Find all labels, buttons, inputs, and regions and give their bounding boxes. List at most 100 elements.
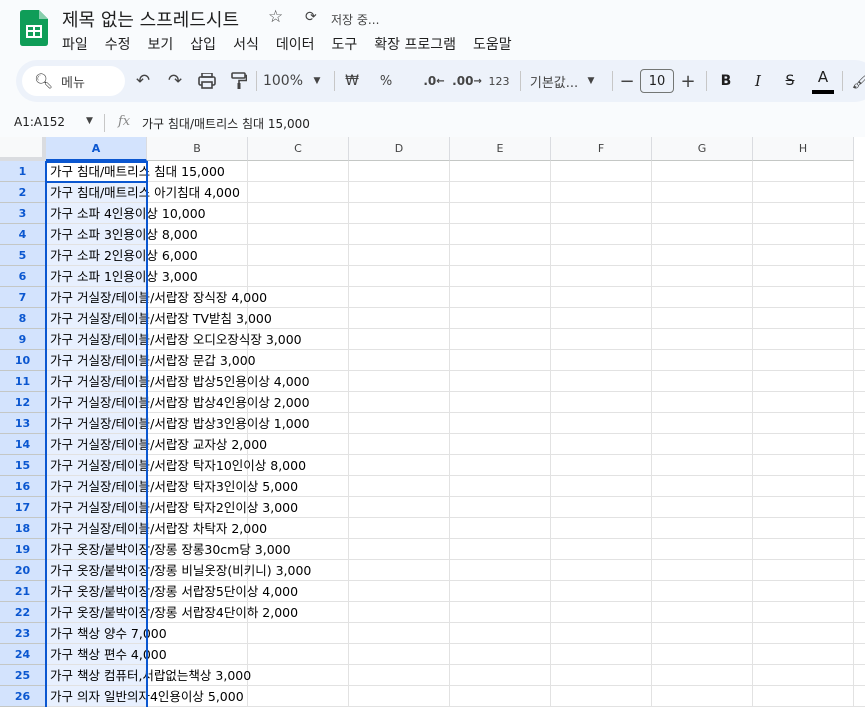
row-header[interactable]: 25 bbox=[0, 665, 46, 686]
row-header[interactable]: 12 bbox=[0, 392, 46, 413]
menu-view[interactable]: 보기 bbox=[148, 34, 182, 54]
search-menus-button[interactable]: 🔍︎ 메뉴 bbox=[22, 66, 125, 96]
row-header[interactable]: 21 bbox=[0, 581, 46, 602]
menu-tools[interactable]: 도구 bbox=[331, 34, 365, 54]
font-size-input[interactable]: 10 bbox=[640, 69, 674, 93]
menu-data[interactable]: 데이터 bbox=[276, 34, 323, 54]
column-header[interactable]: A bbox=[46, 137, 147, 161]
row-header[interactable]: 17 bbox=[0, 497, 46, 518]
row-header[interactable]: 4 bbox=[0, 224, 46, 245]
row-header[interactable]: 16 bbox=[0, 476, 46, 497]
row-header[interactable]: 10 bbox=[0, 350, 46, 371]
cell-a[interactable]: 가구 옷장/붙박이장/장롱 서랍장4단이하 2,000 bbox=[50, 602, 298, 623]
decrease-font-size-icon[interactable]: − bbox=[618, 60, 636, 102]
cell-a[interactable]: 가구 소파 3인용이상 8,000 bbox=[50, 224, 198, 245]
menu-help[interactable]: 도움말 bbox=[473, 34, 520, 54]
increase-decimal-button[interactable]: .00 → bbox=[452, 60, 482, 102]
cell-a[interactable]: 가구 거실장/테이블/서랍장 밥상3인용이상 1,000 bbox=[50, 413, 310, 434]
select-all-corner[interactable] bbox=[0, 137, 46, 161]
row-header[interactable]: 8 bbox=[0, 308, 46, 329]
decrease-decimal-button[interactable]: .0 ← bbox=[420, 60, 448, 102]
cell-a[interactable]: 가구 책상 양수 7,000 bbox=[50, 623, 167, 644]
column-header[interactable]: E bbox=[450, 137, 551, 161]
cell-a[interactable]: 가구 거실장/테이블/서랍장 오디오장식장 3,000 bbox=[50, 329, 302, 350]
column-header[interactable]: B bbox=[147, 137, 248, 161]
row-header[interactable]: 23 bbox=[0, 623, 46, 644]
cell-a[interactable]: 가구 거실장/테이블/서랍장 탁자10인이상 8,000 bbox=[50, 455, 306, 476]
cell-a[interactable]: 가구 책상 컴퓨터,서랍없는책상 3,000 bbox=[50, 665, 251, 686]
row-header[interactable]: 6 bbox=[0, 266, 46, 287]
percent-button[interactable]: % bbox=[374, 60, 398, 102]
formula-input[interactable]: 가구 침대/매트리스 침대 15,000 bbox=[142, 115, 310, 132]
cell-a[interactable]: 가구 거실장/테이블/서랍장 장식장 4,000 bbox=[50, 287, 267, 308]
column-header[interactable]: F bbox=[551, 137, 652, 161]
strikethrough-button[interactable]: S bbox=[780, 60, 800, 102]
font-dropdown-icon[interactable]: ▼ bbox=[584, 60, 598, 102]
row-header[interactable]: 7 bbox=[0, 287, 46, 308]
row-header[interactable]: 22 bbox=[0, 602, 46, 623]
row-header[interactable]: 19 bbox=[0, 539, 46, 560]
italic-button[interactable]: I bbox=[748, 60, 768, 102]
menu-edit[interactable]: 수정 bbox=[105, 34, 139, 54]
row-header[interactable]: 11 bbox=[0, 371, 46, 392]
row-header[interactable]: 2 bbox=[0, 182, 46, 203]
cell-a[interactable]: 가구 옷장/붙박이장/장롱 비닐옷장(비키니) 3,000 bbox=[50, 560, 311, 581]
column-header[interactable]: D bbox=[349, 137, 450, 161]
column-header[interactable]: C bbox=[248, 137, 349, 161]
cell-a[interactable]: 가구 옷장/붙박이장/장롱 서랍장5단이상 4,000 bbox=[50, 581, 298, 602]
cell-a[interactable]: 가구 거실장/테이블/서랍장 밥상5인용이상 4,000 bbox=[50, 371, 310, 392]
redo-icon[interactable]: ↷ bbox=[162, 60, 188, 102]
cell-a[interactable]: 가구 거실장/테이블/서랍장 교자상 2,000 bbox=[50, 434, 267, 455]
sheet-grid[interactable]: 1 2 3 4 5 6 7 8 9 10 11 12 13 14 15 16 17 18 19 20 21 22 23 24 2… bbox=[0, 137, 865, 707]
row-header[interactable]: 26 bbox=[0, 686, 46, 707]
menu-insert[interactable]: 삽입 bbox=[190, 34, 224, 54]
cell-a[interactable]: 가구 소파 2인용이상 6,000 bbox=[50, 245, 198, 266]
zoom-select[interactable]: 100% bbox=[260, 60, 306, 102]
cell-a[interactable]: 가구 소파 4인용이상 10,000 bbox=[50, 203, 206, 224]
row-header[interactable]: 1 bbox=[0, 161, 46, 182]
fill-color-icon[interactable]: 🖌︎ bbox=[850, 60, 865, 102]
increase-font-size-icon[interactable]: + bbox=[678, 60, 698, 102]
column-header[interactable]: H bbox=[753, 137, 854, 161]
cell-a[interactable]: 가구 거실장/테이블/서랍장 탁자2인이상 3,000 bbox=[50, 497, 298, 518]
star-icon[interactable]: ☆ bbox=[268, 7, 283, 27]
text-color-button[interactable]: A bbox=[812, 68, 834, 94]
undo-icon[interactable]: ↶ bbox=[130, 60, 156, 102]
print-icon[interactable] bbox=[194, 60, 220, 102]
document-title[interactable]: 제목 없는 스프레드시트 bbox=[62, 6, 239, 32]
cell-a[interactable]: 가구 거실장/테이블/서랍장 탁자3인이상 5,000 bbox=[50, 476, 298, 497]
zoom-dropdown-icon[interactable]: ▼ bbox=[310, 60, 324, 102]
cell-a[interactable]: 가구 거실장/테이블/서랍장 밥상4인용이상 2,000 bbox=[50, 392, 310, 413]
cell-a[interactable]: 가구 의자 일반의자4인용이상 5,000 bbox=[50, 686, 244, 707]
cell-a[interactable]: 가구 옷장/붙박이장/장롱 장롱30cm당 3,000 bbox=[50, 539, 291, 560]
cell-a[interactable]: 가구 거실장/테이블/서랍장 차탁자 2,000 bbox=[50, 518, 267, 539]
row-header[interactable]: 20 bbox=[0, 560, 46, 581]
menu-format[interactable]: 서식 bbox=[233, 34, 267, 54]
row-header[interactable]: 9 bbox=[0, 329, 46, 350]
number-format-button[interactable]: 123 bbox=[486, 60, 512, 102]
row-header[interactable]: 15 bbox=[0, 455, 46, 476]
cell-a[interactable]: 가구 소파 1인용이상 3,000 bbox=[50, 266, 198, 287]
cell-a[interactable]: 가구 침대/매트리스 침대 15,000 bbox=[50, 161, 225, 182]
decrease-decimal-label: .0 bbox=[423, 74, 437, 88]
row-header[interactable]: 24 bbox=[0, 644, 46, 665]
currency-button[interactable]: ₩ bbox=[340, 60, 364, 102]
row-header[interactable]: 14 bbox=[0, 434, 46, 455]
cell-a[interactable]: 가구 책상 편수 4,000 bbox=[50, 644, 167, 665]
cell-a[interactable]: 가구 거실장/테이블/서랍장 문갑 3,000 bbox=[50, 350, 256, 371]
name-box-dropdown-icon[interactable]: ▼ bbox=[86, 116, 93, 126]
bold-button[interactable]: B bbox=[716, 60, 736, 102]
cell-a[interactable]: 가구 거실장/테이블/서랍장 TV받침 3,000 bbox=[50, 308, 272, 329]
name-box[interactable]: A1:A152 bbox=[14, 115, 65, 129]
column-header[interactable]: G bbox=[652, 137, 753, 161]
menu-extensions[interactable]: 확장 프로그램 bbox=[374, 34, 464, 54]
sheets-logo-icon[interactable] bbox=[20, 10, 48, 46]
row-header[interactable]: 18 bbox=[0, 518, 46, 539]
row-header[interactable]: 13 bbox=[0, 413, 46, 434]
menu-file[interactable]: 파일 bbox=[62, 34, 96, 54]
row-header[interactable]: 3 bbox=[0, 203, 46, 224]
row-header[interactable]: 5 bbox=[0, 245, 46, 266]
font-family-select[interactable]: 기본값... bbox=[526, 60, 582, 102]
cell-a[interactable]: 가구 침대/매트리스 아기침대 4,000 bbox=[50, 182, 240, 203]
paint-format-icon[interactable] bbox=[226, 60, 252, 102]
